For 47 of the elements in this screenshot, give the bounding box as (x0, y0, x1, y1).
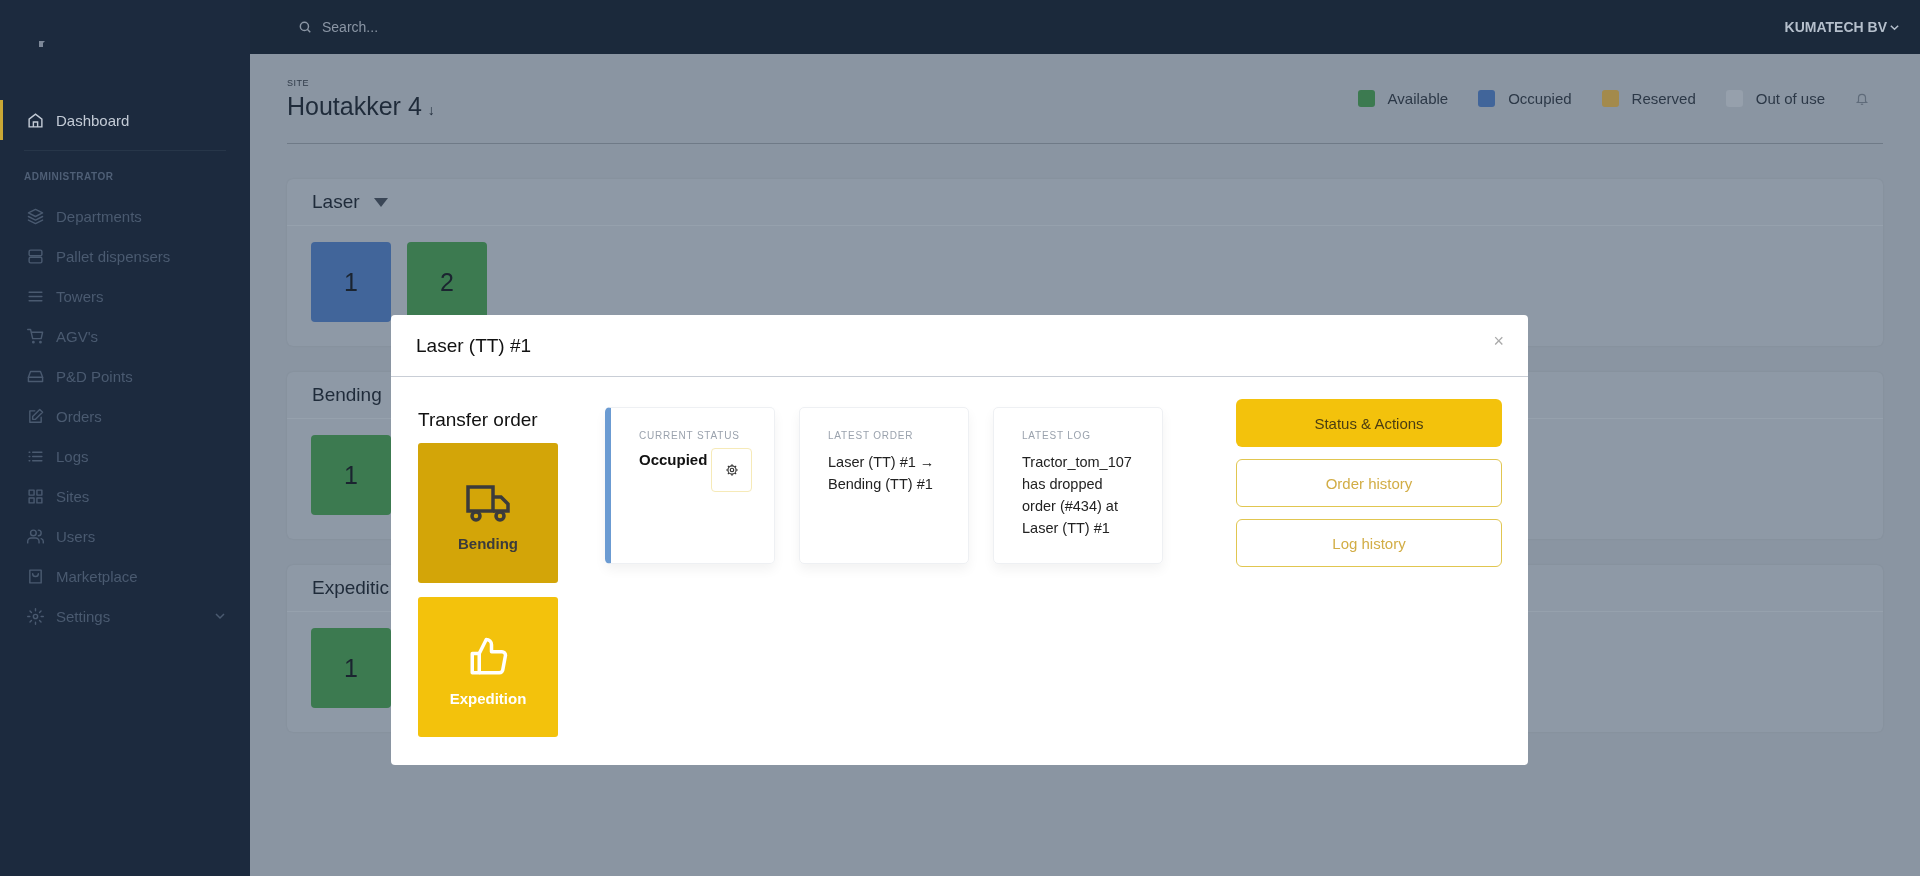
legend-label: Available (1387, 90, 1449, 107)
action-button[interactable]: Order history (1236, 459, 1502, 507)
grid-icon (27, 487, 44, 505)
site-name: Houtakker 4 (287, 92, 422, 121)
truck-icon (465, 482, 511, 523)
legend-label: Occupied (1508, 90, 1572, 107)
legend-label: Out of use (1755, 90, 1825, 107)
caret-down-icon[interactable] (373, 197, 388, 207)
transfer-title: Transfer order (418, 409, 539, 431)
status-value: Occupied (639, 451, 708, 468)
station-tile[interactable]: 1 (311, 242, 391, 322)
section-title: Laser (312, 191, 360, 213)
card-label: LATEST ORDER (828, 430, 915, 441)
site-dropdown[interactable]: ↓ (427, 102, 435, 118)
settings-icon (27, 607, 44, 625)
section-title: Expeditic (312, 577, 390, 599)
account-menu[interactable]: KUMATECH BV (1776, 19, 1908, 35)
users-icon (27, 527, 44, 545)
bag-icon (27, 567, 44, 585)
bell-icon[interactable] (1855, 91, 1869, 106)
action-button[interactable]: Log history (1236, 519, 1502, 567)
home-icon (27, 111, 44, 129)
logo-icon (38, 40, 46, 48)
server-icon (27, 247, 44, 265)
thumbs-up-icon (467, 635, 509, 678)
search-icon (298, 20, 312, 34)
gear-icon (724, 463, 739, 477)
card-label: CURRENT STATUS (639, 430, 741, 441)
close-button[interactable]: × (1493, 331, 1504, 352)
card-text: Laser (TT) #1 → Bending (TT) #1 (828, 453, 936, 494)
card-text: Tractor_tom_107 has dropped order (#434) at Laser (TT) #1 (1022, 453, 1133, 538)
station-tile[interactable]: 1 (311, 435, 391, 515)
destination-button[interactable]: Expedition (418, 597, 558, 737)
layers-icon (27, 207, 44, 225)
site-label: SITE (287, 78, 310, 88)
modal-title: Laser (TT) #1 (416, 334, 532, 357)
action-button[interactable]: Status & Actions (1236, 399, 1502, 447)
legend-label: Reserved (1631, 90, 1696, 107)
cart-icon (27, 327, 44, 345)
settings-button[interactable] (711, 448, 752, 492)
station-tile[interactable]: 1 (311, 628, 391, 708)
chevron-down-icon (214, 610, 226, 622)
sidebar-section-title: ADMINISTRATOR (23, 171, 115, 184)
section-title: Bending (312, 384, 382, 406)
card-label: LATEST LOG (1022, 430, 1092, 441)
destination-button[interactable]: Bending (418, 443, 558, 583)
edit-icon (27, 407, 44, 425)
